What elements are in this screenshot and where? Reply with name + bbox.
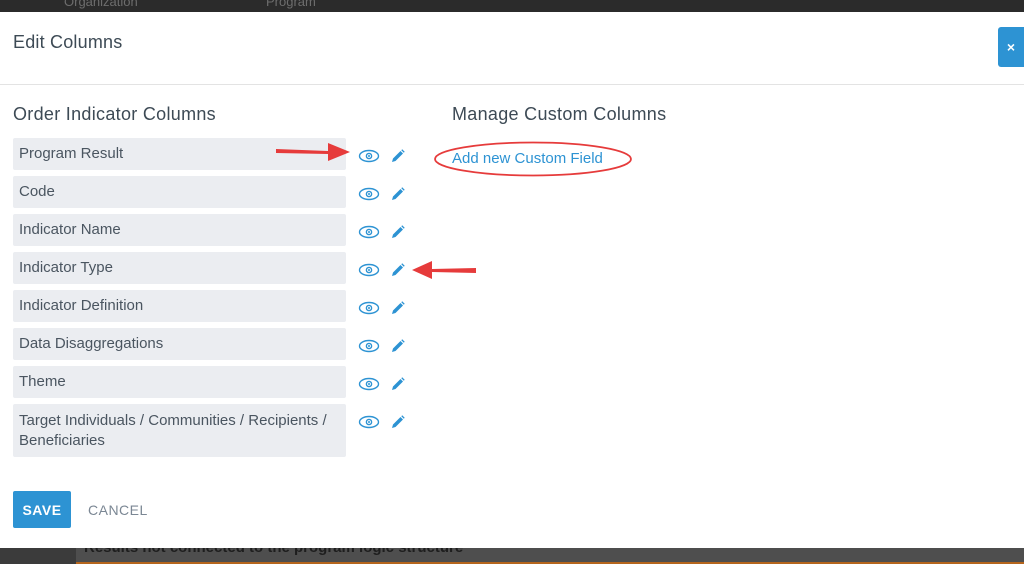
eye-icon[interactable] <box>358 149 380 163</box>
column-row-indicator-name[interactable]: Indicator Name <box>13 214 346 246</box>
column-row-indicator-type[interactable]: Indicator Type <box>13 252 346 284</box>
pencil-icon[interactable] <box>391 415 405 429</box>
pencil-icon[interactable] <box>391 187 405 201</box>
annotation-ellipse <box>434 141 632 177</box>
background-banner: Results not connected to the program log… <box>76 548 1024 564</box>
pencil-icon[interactable] <box>391 301 405 315</box>
pencil-icon[interactable] <box>391 263 405 277</box>
manage-custom-columns-title: Manage Custom Columns <box>452 104 667 124</box>
close-icon: × <box>1006 39 1016 55</box>
pencil-icon[interactable] <box>391 339 405 353</box>
arrow-annotation <box>276 143 350 161</box>
background-nav-program: Program <box>266 0 316 9</box>
close-button[interactable]: × <box>998 27 1024 67</box>
column-label: Data Disaggregations <box>19 335 164 352</box>
column-label: Program Result <box>19 145 124 162</box>
order-columns-title: Order Indicator Columns <box>13 104 216 124</box>
cancel-button[interactable]: CANCEL <box>88 491 148 528</box>
column-label: Indicator Definition <box>19 297 144 314</box>
modal-header: Edit Columns × <box>0 12 1024 85</box>
arrow-annotation <box>412 261 476 279</box>
eye-icon[interactable] <box>358 301 380 315</box>
eye-icon[interactable] <box>358 339 380 353</box>
modal-title: Edit Columns <box>13 32 123 52</box>
column-label: Indicator Type <box>19 259 113 276</box>
eye-icon[interactable] <box>358 415 380 429</box>
save-button[interactable]: SAVE <box>13 491 71 528</box>
background-nav-organization: Organization <box>64 0 138 9</box>
pencil-icon[interactable] <box>391 377 405 391</box>
column-label: Indicator Name <box>19 221 121 238</box>
eye-icon[interactable] <box>358 263 380 277</box>
column-row-data-disaggregations[interactable]: Data Disaggregations <box>13 328 346 360</box>
column-label: Target Individuals / Communities / Recip… <box>19 412 327 449</box>
eye-icon[interactable] <box>358 225 380 239</box>
column-label: Theme <box>19 373 66 390</box>
column-label: Code <box>19 183 55 200</box>
column-row-code[interactable]: Code <box>13 176 346 208</box>
eye-icon[interactable] <box>358 187 380 201</box>
column-row-target-beneficiaries[interactable]: Target Individuals / Communities / Recip… <box>13 404 346 457</box>
edit-columns-modal: Edit Columns × Order Indicator Columns M… <box>0 12 1024 548</box>
pencil-icon[interactable] <box>391 225 405 239</box>
background-banner-text: Results not connected to the program log… <box>84 548 463 556</box>
background-nav-bar: Organization Program <box>0 0 1024 12</box>
eye-icon[interactable] <box>358 377 380 391</box>
column-row-theme[interactable]: Theme <box>13 366 346 398</box>
pencil-icon[interactable] <box>391 149 405 163</box>
column-row-indicator-definition[interactable]: Indicator Definition <box>13 290 346 322</box>
